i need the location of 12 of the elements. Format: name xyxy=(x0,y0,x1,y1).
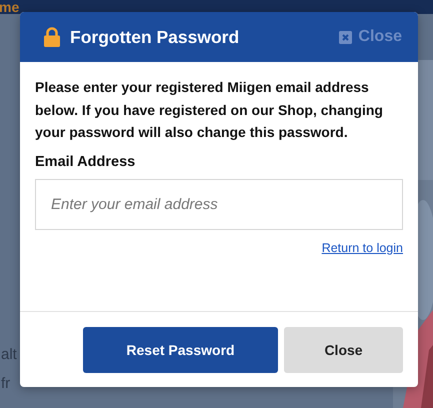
return-to-login-link[interactable]: Return to login xyxy=(322,240,403,254)
dialog-title: Forgotten Password xyxy=(70,26,240,48)
body-text: fr xyxy=(1,374,12,394)
close-icon xyxy=(339,30,352,44)
email-field[interactable]: Enter your email address xyxy=(35,178,403,230)
email-label: Email Address xyxy=(35,154,136,170)
close-button[interactable]: Close xyxy=(284,326,403,372)
nav-link[interactable]: me xyxy=(0,0,20,14)
reset-password-button[interactable]: Reset Password xyxy=(83,326,278,372)
lock-icon xyxy=(44,27,60,47)
instructions-text: Please enter your registered Miigen email address below. If you have registered on our Shop, changing your password will also change this password. xyxy=(35,78,384,142)
body-text: alt xyxy=(1,345,17,365)
